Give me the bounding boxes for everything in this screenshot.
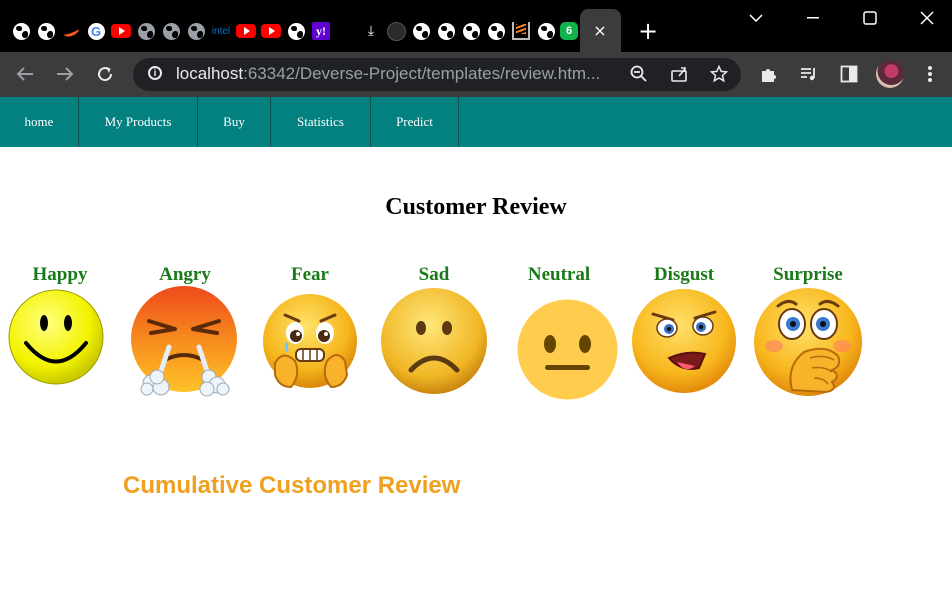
disgust-emoji-icon <box>632 289 736 393</box>
profile-avatar[interactable] <box>876 60 904 88</box>
zoom-out-icon <box>630 65 647 82</box>
youtube-icon[interactable] <box>235 20 257 42</box>
globe-icon[interactable] <box>160 20 182 42</box>
reload-icon <box>98 67 113 82</box>
url-text[interactable]: localhost:63342/Deverse-Project/template… <box>176 64 600 84</box>
happy-emoji-icon <box>8 289 104 385</box>
neutral-emoji-icon <box>517 299 618 400</box>
emotion-label-surprise: Surprise <box>773 264 843 285</box>
forward-button[interactable] <box>53 62 77 86</box>
globe-icon[interactable] <box>10 20 32 42</box>
globe-icon[interactable] <box>485 20 507 42</box>
close-icon <box>920 11 934 25</box>
angry-emoji-icon <box>131 286 237 397</box>
star-icon <box>710 65 728 83</box>
nav-item-predict[interactable]: Predict <box>371 97 459 147</box>
yahoo-icon[interactable]: y! <box>310 20 332 42</box>
emotion-label-angry: Angry <box>159 264 211 285</box>
github-icon[interactable] <box>385 20 407 42</box>
side-panel-icon <box>840 65 858 83</box>
playlist-icon <box>801 68 815 81</box>
minimize-icon <box>807 17 819 19</box>
emotion-label-neutral: Neutral <box>527 264 591 285</box>
nav-item-my-products[interactable]: My Products <box>79 97 198 147</box>
zoom-button[interactable] <box>627 62 651 86</box>
back-button[interactable] <box>13 62 37 86</box>
download-icon[interactable]: ⤓ <box>360 20 382 42</box>
youtube-icon[interactable] <box>260 20 282 42</box>
globe-icon[interactable] <box>535 20 557 42</box>
globe-icon[interactable] <box>435 20 457 42</box>
globe-icon[interactable] <box>135 20 157 42</box>
media-control-button[interactable] <box>797 62 821 86</box>
reload-button[interactable] <box>93 62 117 86</box>
maximize-button[interactable] <box>856 8 884 28</box>
nav-item-buy[interactable]: Buy <box>198 97 271 147</box>
menu-button[interactable] <box>918 62 942 86</box>
more-vertical-icon <box>928 66 932 82</box>
globe-icon[interactable] <box>460 20 482 42</box>
google-icon[interactable]: G <box>85 20 107 42</box>
emotion-label-fear: Fear <box>291 264 329 285</box>
share-icon <box>671 67 687 82</box>
emotion-label-disgust: Disgust <box>653 264 715 285</box>
chevron-down-icon <box>749 14 763 22</box>
extensions-button[interactable] <box>757 62 781 86</box>
stackoverflow-icon[interactable] <box>510 20 532 42</box>
new-tab-button[interactable]: + <box>636 17 660 45</box>
close-window-button[interactable] <box>913 8 941 28</box>
puzzle-icon <box>762 69 776 82</box>
site-navbar: home My Products Buy Statistics Predict <box>0 97 952 147</box>
globe-icon[interactable] <box>285 20 307 42</box>
side-panel-button[interactable] <box>837 62 861 86</box>
globe-icon[interactable] <box>35 20 57 42</box>
swoosh-icon[interactable] <box>60 20 82 42</box>
fear-emoji-icon <box>263 294 357 389</box>
nav-item-home[interactable]: home <box>0 97 79 147</box>
page-title: Customer Review <box>385 194 567 220</box>
youtube-icon[interactable] <box>110 20 132 42</box>
badge-6-icon[interactable]: 6 <box>558 20 580 42</box>
site-info-icon[interactable]: i <box>148 66 162 80</box>
globe-icon[interactable] <box>410 20 432 42</box>
globe-icon[interactable] <box>185 20 207 42</box>
cumulative-review-heading: Cumulative Customer Review <box>123 472 461 499</box>
intel-icon[interactable]: intel <box>210 20 232 42</box>
bookmark-button[interactable] <box>707 62 731 86</box>
arrow-right-icon <box>57 67 74 81</box>
nav-item-statistics[interactable]: Statistics <box>271 97 371 147</box>
maximize-icon <box>863 11 877 25</box>
sad-emoji-icon <box>381 288 487 394</box>
minimize-button[interactable] <box>799 8 827 28</box>
tab-search-button[interactable] <box>742 8 770 28</box>
emotion-label-sad: Sad <box>418 264 450 285</box>
arrow-left-icon <box>16 67 33 81</box>
share-button[interactable] <box>667 62 691 86</box>
emotion-label-happy: Happy <box>32 264 88 285</box>
tab-close-button[interactable]: × <box>590 20 610 40</box>
surprise-emoji-icon <box>754 288 862 396</box>
